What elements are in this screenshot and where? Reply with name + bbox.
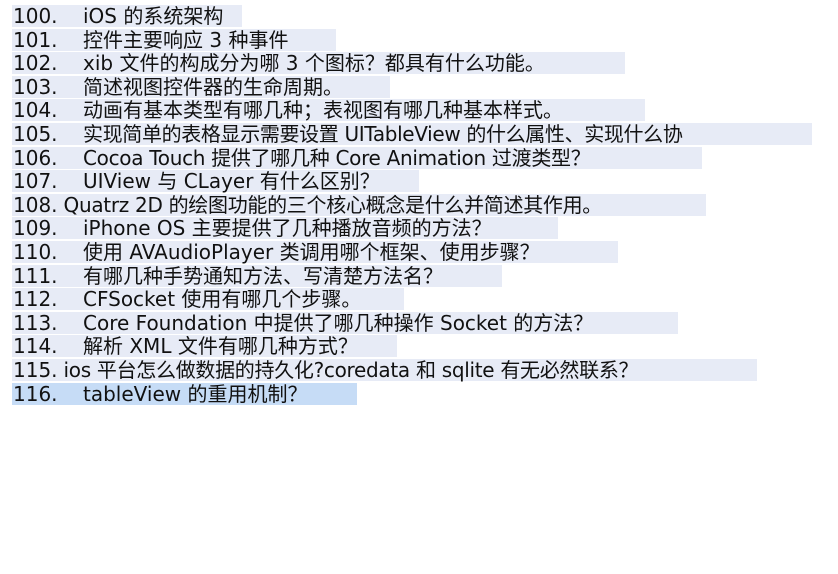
- item-number: 100.: [13, 4, 58, 28]
- item-text: xib 文件的构成分为哪 3 个图标？都具有什么功能。: [83, 51, 545, 76]
- item-number: 111.: [13, 263, 58, 288]
- list-item: 115. ios 平台怎么做数据的持久化?coredata 和 sqlite 有…: [0, 357, 838, 382]
- item-number: 108.: [13, 192, 58, 217]
- item-text: 动画有基本类型有哪几种；表视图有哪几种基本样式。: [83, 98, 563, 123]
- list-item: 106. Cocoa Touch 提供了哪几种 Core Animation 过…: [0, 145, 838, 170]
- item-number: 105.: [13, 121, 58, 146]
- item-number: 116.: [13, 381, 58, 406]
- item-text: Cocoa Touch 提供了哪几种 Core Animation 过渡类型？: [83, 145, 591, 170]
- list-item: 110. 使用 AVAudioPlayer 类调用哪个框架、使用步骤？: [0, 239, 838, 264]
- document-list: 100. iOS 的系统架构 101. 控件主要响应 3 种事件 102. xi…: [0, 5, 838, 406]
- item-number: 109.: [13, 216, 58, 241]
- list-item: 104. 动画有基本类型有哪几种；表视图有哪几种基本样式。: [0, 98, 838, 123]
- item-text: ios 平台怎么做数据的持久化?coredata 和 sqlite 有无必然联系…: [63, 357, 639, 382]
- item-text: 控件主要响应 3 种事件: [83, 27, 289, 52]
- list-item: 107. UIView 与 CLayer 有什么区别？: [0, 169, 838, 194]
- item-number: 114.: [13, 334, 58, 359]
- list-item: 113. Core Foundation 中提供了哪几种操作 Socket 的方…: [0, 310, 838, 335]
- item-number: 112.: [13, 287, 58, 312]
- item-text: 使用 AVAudioPlayer 类调用哪个框架、使用步骤？: [83, 239, 540, 264]
- list-item: 101. 控件主要响应 3 种事件: [0, 27, 838, 52]
- list-item: 103. 简述视图控件器的生命周期。: [0, 74, 838, 99]
- list-item: 114. 解析 XML 文件有哪几种方式？: [0, 334, 838, 359]
- item-number: 104.: [13, 98, 58, 123]
- item-number: 102.: [13, 51, 58, 76]
- list-item: 109. iPhone OS 主要提供了几种播放音频的方法？: [0, 216, 838, 241]
- item-text: iOS 的系统架构: [83, 4, 224, 28]
- item-text: iPhone OS 主要提供了几种播放音频的方法？: [83, 216, 492, 241]
- item-number: 106.: [13, 145, 58, 170]
- item-number: 113.: [13, 310, 58, 335]
- item-text: UIView 与 CLayer 有什么区别？: [83, 169, 380, 194]
- item-text: Core Foundation 中提供了哪几种操作 Socket 的方法？: [83, 310, 594, 335]
- item-text: 实现简单的表格显示需要设置 UITableView 的什么属性、实现什么协: [83, 121, 683, 146]
- list-item: 111. 有哪几种手势通知方法、写清楚方法名？: [0, 263, 838, 288]
- item-number: 101.: [13, 27, 58, 52]
- item-text: tableView 的重用机制？: [83, 381, 308, 406]
- list-item: 108. Quatrz 2D 的绘图功能的三个核心概念是什么并简述其作用。: [0, 192, 838, 217]
- list-item-selected[interactable]: 116. tableView 的重用机制？: [0, 381, 838, 406]
- list-item: 100. iOS 的系统架构: [0, 5, 838, 27]
- item-number: 107.: [13, 169, 58, 194]
- list-item: 112. CFSocket 使用有哪几个步骤。: [0, 287, 838, 312]
- item-text: 解析 XML 文件有哪几种方式？: [83, 334, 358, 359]
- list-item: 102. xib 文件的构成分为哪 3 个图标？都具有什么功能。: [0, 51, 838, 76]
- list-item: 105. 实现简单的表格显示需要设置 UITableView 的什么属性、实现什…: [0, 121, 838, 146]
- item-number: 110.: [13, 239, 58, 264]
- item-number: 115.: [13, 357, 58, 382]
- item-text: 简述视图控件器的生命周期。: [83, 74, 343, 99]
- item-number: 103.: [13, 74, 58, 99]
- item-text: Quatrz 2D 的绘图功能的三个核心概念是什么并简述其作用。: [63, 192, 603, 217]
- item-text: CFSocket 使用有哪几个步骤。: [83, 287, 362, 312]
- item-text: 有哪几种手势通知方法、写清楚方法名？: [83, 263, 443, 288]
